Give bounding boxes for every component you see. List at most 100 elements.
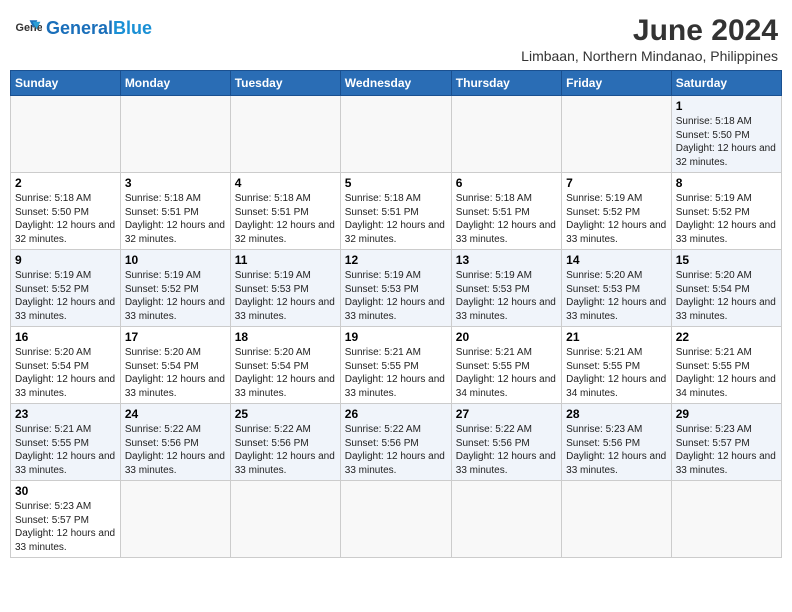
calendar-cell xyxy=(340,96,451,173)
day-number: 12 xyxy=(345,253,447,267)
day-info: Sunrise: 5:20 AM Sunset: 5:54 PM Dayligh… xyxy=(676,269,777,323)
day-number: 17 xyxy=(125,330,226,344)
day-number: 30 xyxy=(15,484,116,498)
location: Limbaan, Northern Mindanao, Philippines xyxy=(521,48,778,64)
day-info: Sunrise: 5:21 AM Sunset: 5:55 PM Dayligh… xyxy=(345,346,447,400)
day-number: 25 xyxy=(235,407,336,421)
day-number: 6 xyxy=(456,176,557,190)
logo-icon: General xyxy=(14,14,42,42)
calendar-week-4: 23 Sunrise: 5:21 AM Sunset: 5:55 PM Dayli… xyxy=(11,404,782,481)
day-info: Sunrise: 5:18 AM Sunset: 5:50 PM Dayligh… xyxy=(676,115,777,169)
calendar-cell: 26 Sunrise: 5:22 AM Sunset: 5:56 PM Dayli… xyxy=(340,404,451,481)
calendar-cell: 12 Sunrise: 5:19 AM Sunset: 5:53 PM Dayli… xyxy=(340,250,451,327)
title-block: June 2024 Limbaan, Northern Mindanao, Ph… xyxy=(521,14,778,64)
calendar-cell: 5Sunrise: 5:18 AM Sunset: 5:51 PM Daylig… xyxy=(340,173,451,250)
calendar-cell xyxy=(120,481,230,558)
day-number: 28 xyxy=(566,407,667,421)
calendar-cell: 23 Sunrise: 5:21 AM Sunset: 5:55 PM Dayli… xyxy=(11,404,121,481)
calendar-week-1: 2Sunrise: 5:18 AM Sunset: 5:50 PM Daylig… xyxy=(11,173,782,250)
weekday-wednesday: Wednesday xyxy=(340,71,451,96)
calendar-cell: 8 Sunrise: 5:19 AM Sunset: 5:52 PM Daylig… xyxy=(671,173,781,250)
weekday-header-row: SundayMondayTuesdayWednesdayThursdayFrid… xyxy=(11,71,782,96)
day-number: 22 xyxy=(676,330,777,344)
month-year: June 2024 xyxy=(521,14,778,48)
calendar-cell: 14Sunrise: 5:20 AM Sunset: 5:53 PM Dayli… xyxy=(562,250,672,327)
calendar-cell xyxy=(451,96,561,173)
calendar-cell: 17 Sunrise: 5:20 AM Sunset: 5:54 PM Dayli… xyxy=(120,327,230,404)
day-info: Sunrise: 5:22 AM Sunset: 5:56 PM Dayligh… xyxy=(235,423,336,477)
day-info: Sunrise: 5:18 AM Sunset: 5:51 PM Dayligh… xyxy=(235,192,336,246)
calendar-cell: 24 Sunrise: 5:22 AM Sunset: 5:56 PM Dayli… xyxy=(120,404,230,481)
calendar-week-5: 30 Sunrise: 5:23 AM Sunset: 5:57 PM Dayli… xyxy=(11,481,782,558)
day-number: 13 xyxy=(456,253,557,267)
day-number: 26 xyxy=(345,407,447,421)
calendar-cell: 7 Sunrise: 5:19 AM Sunset: 5:52 PM Daylig… xyxy=(562,173,672,250)
calendar-cell: 29 Sunrise: 5:23 AM Sunset: 5:57 PM Dayli… xyxy=(671,404,781,481)
day-info: Sunrise: 5:19 AM Sunset: 5:52 PM Dayligh… xyxy=(566,192,667,246)
day-number: 16 xyxy=(15,330,116,344)
day-info: Sunrise: 5:18 AM Sunset: 5:50 PM Dayligh… xyxy=(15,192,116,246)
day-info: Sunrise: 5:18 AM Sunset: 5:51 PM Dayligh… xyxy=(345,192,447,246)
day-number: 8 xyxy=(676,176,777,190)
calendar-cell: 19Sunrise: 5:21 AM Sunset: 5:55 PM Dayli… xyxy=(340,327,451,404)
day-number: 18 xyxy=(235,330,336,344)
day-info: Sunrise: 5:23 AM Sunset: 5:56 PM Dayligh… xyxy=(566,423,667,477)
calendar-cell xyxy=(230,96,340,173)
day-info: Sunrise: 5:20 AM Sunset: 5:54 PM Dayligh… xyxy=(125,346,226,400)
day-info: Sunrise: 5:21 AM Sunset: 5:55 PM Dayligh… xyxy=(676,346,777,400)
calendar-week-0: 1 Sunrise: 5:18 AM Sunset: 5:50 PM Daylig… xyxy=(11,96,782,173)
weekday-tuesday: Tuesday xyxy=(230,71,340,96)
calendar-cell xyxy=(120,96,230,173)
day-number: 1 xyxy=(676,99,777,113)
calendar-cell: 9Sunrise: 5:19 AM Sunset: 5:52 PM Daylig… xyxy=(11,250,121,327)
day-info: Sunrise: 5:19 AM Sunset: 5:52 PM Dayligh… xyxy=(15,269,116,323)
calendar-cell: 28 Sunrise: 5:23 AM Sunset: 5:56 PM Dayli… xyxy=(562,404,672,481)
day-number: 7 xyxy=(566,176,667,190)
day-info: Sunrise: 5:23 AM Sunset: 5:57 PM Dayligh… xyxy=(676,423,777,477)
calendar-cell xyxy=(562,96,672,173)
calendar-cell: 13Sunrise: 5:19 AM Sunset: 5:53 PM Dayli… xyxy=(451,250,561,327)
calendar-cell: 1 Sunrise: 5:18 AM Sunset: 5:50 PM Daylig… xyxy=(671,96,781,173)
logo: General GeneralBlue xyxy=(14,14,152,42)
day-info: Sunrise: 5:23 AM Sunset: 5:57 PM Dayligh… xyxy=(15,500,116,554)
calendar-cell: 4 Sunrise: 5:18 AM Sunset: 5:51 PM Daylig… xyxy=(230,173,340,250)
day-number: 15 xyxy=(676,253,777,267)
calendar-cell: 30 Sunrise: 5:23 AM Sunset: 5:57 PM Dayli… xyxy=(11,481,121,558)
calendar-cell: 15 Sunrise: 5:20 AM Sunset: 5:54 PM Dayli… xyxy=(671,250,781,327)
day-info: Sunrise: 5:19 AM Sunset: 5:52 PM Dayligh… xyxy=(125,269,226,323)
calendar-cell: 27Sunrise: 5:22 AM Sunset: 5:56 PM Dayli… xyxy=(451,404,561,481)
page-header: General GeneralBlue June 2024 Limbaan, N… xyxy=(10,10,782,64)
calendar-week-2: 9Sunrise: 5:19 AM Sunset: 5:52 PM Daylig… xyxy=(11,250,782,327)
day-info: Sunrise: 5:21 AM Sunset: 5:55 PM Dayligh… xyxy=(566,346,667,400)
day-number: 24 xyxy=(125,407,226,421)
day-number: 29 xyxy=(676,407,777,421)
day-info: Sunrise: 5:21 AM Sunset: 5:55 PM Dayligh… xyxy=(15,423,116,477)
day-info: Sunrise: 5:19 AM Sunset: 5:52 PM Dayligh… xyxy=(676,192,777,246)
day-number: 20 xyxy=(456,330,557,344)
calendar-table: SundayMondayTuesdayWednesdayThursdayFrid… xyxy=(10,70,782,558)
calendar-cell: 21Sunrise: 5:21 AM Sunset: 5:55 PM Dayli… xyxy=(562,327,672,404)
day-info: Sunrise: 5:19 AM Sunset: 5:53 PM Dayligh… xyxy=(345,269,447,323)
day-number: 3 xyxy=(125,176,226,190)
calendar-cell: 6Sunrise: 5:18 AM Sunset: 5:51 PM Daylig… xyxy=(451,173,561,250)
weekday-thursday: Thursday xyxy=(451,71,561,96)
weekday-monday: Monday xyxy=(120,71,230,96)
weekday-sunday: Sunday xyxy=(11,71,121,96)
day-info: Sunrise: 5:20 AM Sunset: 5:54 PM Dayligh… xyxy=(15,346,116,400)
calendar-cell: 11 Sunrise: 5:19 AM Sunset: 5:53 PM Dayli… xyxy=(230,250,340,327)
day-info: Sunrise: 5:22 AM Sunset: 5:56 PM Dayligh… xyxy=(125,423,226,477)
calendar-cell: 10Sunrise: 5:19 AM Sunset: 5:52 PM Dayli… xyxy=(120,250,230,327)
calendar-cell: 22 Sunrise: 5:21 AM Sunset: 5:55 PM Dayli… xyxy=(671,327,781,404)
day-info: Sunrise: 5:20 AM Sunset: 5:53 PM Dayligh… xyxy=(566,269,667,323)
day-number: 4 xyxy=(235,176,336,190)
day-info: Sunrise: 5:22 AM Sunset: 5:56 PM Dayligh… xyxy=(456,423,557,477)
day-info: Sunrise: 5:22 AM Sunset: 5:56 PM Dayligh… xyxy=(345,423,447,477)
calendar-week-3: 16 Sunrise: 5:20 AM Sunset: 5:54 PM Dayli… xyxy=(11,327,782,404)
calendar-cell xyxy=(340,481,451,558)
day-info: Sunrise: 5:19 AM Sunset: 5:53 PM Dayligh… xyxy=(235,269,336,323)
day-info: Sunrise: 5:18 AM Sunset: 5:51 PM Dayligh… xyxy=(125,192,226,246)
weekday-saturday: Saturday xyxy=(671,71,781,96)
day-number: 23 xyxy=(15,407,116,421)
calendar-cell: 18Sunrise: 5:20 AM Sunset: 5:54 PM Dayli… xyxy=(230,327,340,404)
day-number: 11 xyxy=(235,253,336,267)
